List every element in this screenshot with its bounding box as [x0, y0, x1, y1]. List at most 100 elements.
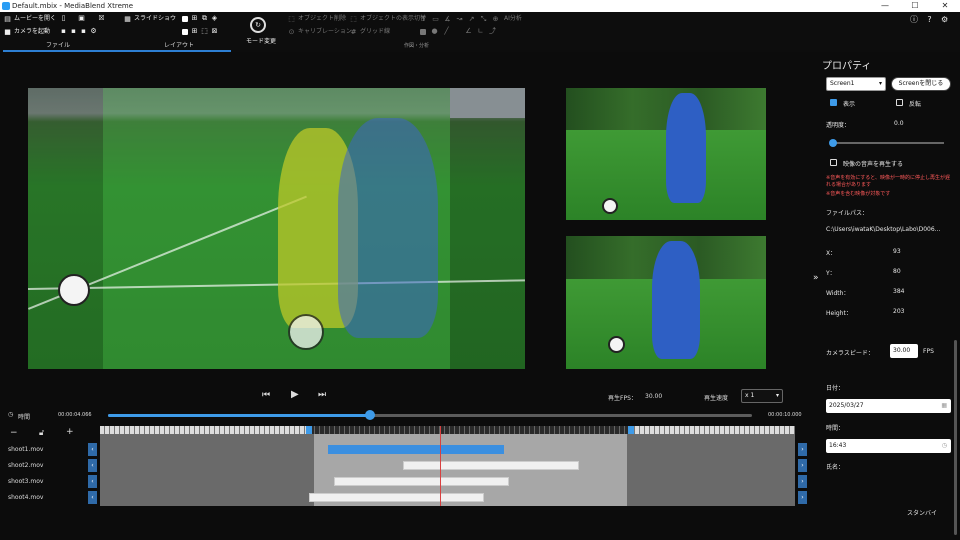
timeline-clip[interactable]	[333, 477, 510, 486]
track-name: shoot2.mov	[8, 462, 44, 469]
lock-icon[interactable]: 🔓︎	[39, 428, 44, 438]
skip-forward-icon[interactable]: ⏭	[318, 390, 326, 400]
track-left-arrow-icon[interactable]: ‹	[88, 491, 97, 504]
object-delete-button[interactable]: ⬚ オブジェクト削除	[288, 15, 346, 23]
circle-tool-icon[interactable]: ●	[431, 28, 438, 35]
playhead[interactable]	[440, 426, 441, 506]
grid-label: グリッド線	[360, 28, 391, 35]
flip-label: 反転	[909, 101, 922, 108]
new-file-icon[interactable]: ▯	[60, 15, 67, 22]
settings-file-icon[interactable]: ⚙	[90, 28, 97, 35]
y-label: Y：	[826, 270, 836, 277]
layers-icon[interactable]: ◈	[211, 15, 218, 22]
flip-checkbox[interactable]	[896, 99, 903, 106]
name-label: 氏名：	[826, 464, 845, 471]
close-file-icon[interactable]: ☒	[98, 15, 105, 22]
screen-thumbnail[interactable]	[566, 236, 766, 369]
open-movie-button[interactable]: ▤ ムービーを開く	[4, 15, 56, 23]
main-video-preview[interactable]	[28, 88, 525, 369]
expand-panel-icon[interactable]: »	[813, 273, 819, 283]
ai-analysis-label[interactable]: AI分析	[504, 15, 522, 23]
mode-change-icon[interactable]: ↻	[250, 17, 266, 33]
layout-quad-icon[interactable]: ⊞	[191, 28, 198, 35]
layout-split-icon[interactable]	[182, 28, 188, 35]
layout-remove-icon[interactable]: ⊠	[211, 28, 218, 35]
time-input[interactable]: 16:43 ◷	[826, 439, 951, 453]
opacity-slider-track[interactable]	[832, 142, 944, 144]
angle-tool-icon[interactable]: ∡	[444, 15, 451, 23]
object-display-toggle-button[interactable]: ⬚ オブジェクトの表示切替	[350, 15, 426, 23]
fit-icon[interactable]: ⬚	[201, 28, 208, 35]
line-tool-icon[interactable]: ╱	[443, 28, 450, 35]
export-icon[interactable]: ▪	[70, 28, 77, 35]
range-end-marker[interactable]	[628, 426, 634, 434]
start-camera-button[interactable]: ■ カメラを起動	[4, 28, 50, 36]
arrow-tool-icon[interactable]: ↗	[468, 15, 475, 23]
track-right-arrow-icon[interactable]: ›	[798, 475, 807, 488]
image-icon[interactable]: ▣	[78, 15, 85, 22]
track-name: shoot3.mov	[8, 478, 44, 485]
grid-button[interactable]: # グリッド線	[350, 28, 390, 36]
calibration-button[interactable]: ⊙ キャリブレーション	[288, 28, 352, 36]
playback-speed-value: x 1	[745, 392, 755, 399]
standby-status: スタンバイ	[907, 510, 938, 517]
close-screen-button[interactable]: Screenを閉じる	[891, 77, 951, 91]
info-icon[interactable]: ⓘ	[910, 16, 918, 24]
layout-grid-icon[interactable]: ⊞	[191, 15, 198, 22]
slideshow-button[interactable]: ▦ スライドショウ	[124, 15, 176, 23]
ball	[288, 314, 324, 350]
date-input[interactable]: 2025/03/27 ▦	[826, 399, 951, 413]
track-right-arrow-icon[interactable]: ›	[798, 491, 807, 504]
path-tool-icon[interactable]: ↝	[456, 15, 463, 23]
play-icon[interactable]: ▶	[291, 389, 299, 400]
fill-square-icon[interactable]	[420, 28, 426, 35]
camera-speed-input[interactable]: 30.00	[890, 344, 918, 358]
screen-select[interactable]: Screen1 ▾	[826, 77, 886, 91]
redo-arrow-icon[interactable]: ⤴	[489, 28, 496, 35]
playback-speed-select[interactable]: x 1 ▾	[741, 389, 783, 403]
calendar-icon[interactable]: ▦	[941, 399, 947, 413]
layout-single-icon[interactable]	[182, 15, 188, 22]
minimize-button[interactable]: —	[870, 0, 900, 12]
mode-change-label[interactable]: モード変更	[246, 38, 276, 46]
time-value: 16:43	[829, 442, 847, 449]
track-left-arrow-icon[interactable]: ‹	[88, 475, 97, 488]
properties-scrollbar[interactable]	[954, 340, 957, 535]
zoom-out-button[interactable]: −	[10, 428, 18, 438]
settings-icon[interactable]: ⚙	[941, 16, 948, 24]
track-left-arrow-icon[interactable]: ‹	[88, 443, 97, 456]
opacity-slider-handle[interactable]	[829, 139, 837, 147]
zoom-in-button[interactable]: +	[66, 427, 74, 437]
save-icon[interactable]: ▪	[60, 28, 67, 35]
close-button[interactable]: ✕	[930, 0, 960, 12]
print-icon[interactable]: ▪	[80, 28, 87, 35]
track-left-arrow-icon[interactable]: ‹	[88, 459, 97, 472]
date-label: 日付：	[826, 385, 845, 392]
range-start-marker[interactable]	[306, 426, 312, 434]
maximize-button[interactable]: ☐	[900, 0, 930, 12]
curve-tool-icon[interactable]: ∟	[477, 28, 484, 35]
play-audio-label: 映像の音声を再生する	[843, 161, 904, 168]
target-tool-icon[interactable]: ⊕	[492, 15, 499, 23]
movie-icon: ▤	[4, 14, 11, 23]
tab-layout[interactable]: レイアウト	[164, 40, 194, 49]
resize-tool-icon[interactable]: ⤡	[480, 15, 487, 23]
angle-measure-icon[interactable]: ∠	[465, 28, 472, 35]
text-tool-icon[interactable]: T	[420, 15, 427, 23]
screen-thumbnail[interactable]	[566, 88, 766, 220]
rectangle-tool-icon[interactable]: ▭	[432, 15, 439, 23]
y-value: 80	[893, 268, 901, 275]
timeline-clip[interactable]	[308, 493, 485, 502]
timeline-clip[interactable]	[327, 445, 504, 454]
track-right-arrow-icon[interactable]: ›	[798, 443, 807, 456]
play-audio-checkbox[interactable]	[830, 159, 837, 166]
timeline-clip[interactable]	[403, 461, 579, 470]
skip-back-icon[interactable]: ⏮	[262, 390, 270, 400]
clock-icon[interactable]: ◷	[942, 439, 947, 453]
slideshow-icon: ▦	[124, 14, 131, 23]
show-checkbox[interactable]	[830, 99, 837, 106]
track-right-arrow-icon[interactable]: ›	[798, 459, 807, 472]
tab-file[interactable]: ファイル	[46, 40, 70, 49]
layout-pip-icon[interactable]: ⧉	[201, 15, 208, 22]
help-icon[interactable]: ?	[926, 16, 933, 24]
